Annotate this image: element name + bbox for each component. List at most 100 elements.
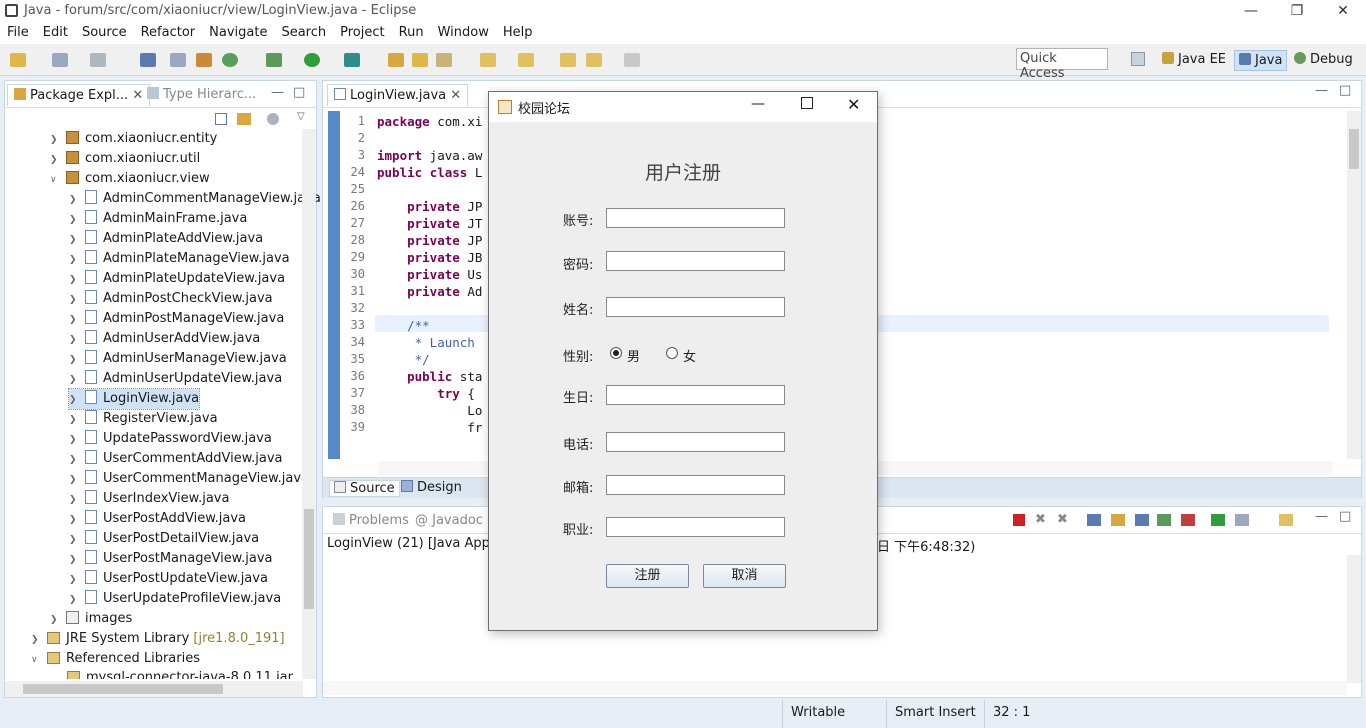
name-input[interactable] bbox=[606, 297, 785, 317]
email-input[interactable] bbox=[606, 475, 785, 495]
tree-file[interactable]: ❯ AdminUserManageView.java bbox=[69, 349, 287, 369]
code-line[interactable]: try { bbox=[377, 385, 475, 402]
tree-package[interactable]: ❯ com.xiaoniucr.util bbox=[50, 149, 200, 169]
pin-console-icon[interactable] bbox=[1211, 514, 1225, 526]
remove-launch-icon[interactable]: ✖ bbox=[1035, 512, 1046, 527]
tree-file[interactable]: ❯ AdminPostCheckView.java bbox=[69, 289, 273, 309]
show-console-icon[interactable] bbox=[1157, 514, 1171, 526]
open-type-icon[interactable] bbox=[196, 53, 212, 67]
register-button[interactable]: 注册 bbox=[606, 564, 689, 588]
code-line[interactable]: package com.xi bbox=[377, 113, 482, 130]
gender-male-label[interactable]: 男 bbox=[627, 346, 640, 365]
maximize-editor-icon[interactable]: □ bbox=[1339, 83, 1351, 98]
tree-file[interactable]: ❯ UserUpdateProfileView.java bbox=[69, 589, 281, 609]
tree-file[interactable]: ❯ UserIndexView.java bbox=[69, 489, 229, 509]
perspective-java-ee[interactable]: Java EE bbox=[1158, 50, 1230, 69]
phone-input[interactable] bbox=[606, 432, 785, 452]
save-icon[interactable] bbox=[52, 53, 68, 67]
tree-file[interactable]: ❯ AdminUserUpdateView.java bbox=[69, 369, 282, 389]
menu-window[interactable]: Window bbox=[431, 22, 496, 44]
run-icon[interactable] bbox=[304, 53, 320, 67]
minimize-editor-icon[interactable]: — bbox=[1315, 83, 1328, 98]
console-hscroll[interactable] bbox=[323, 681, 1347, 695]
gender-male-radio[interactable] bbox=[610, 347, 622, 359]
last-edit-icon[interactable] bbox=[560, 53, 576, 67]
dialog-maximize-button[interactable] bbox=[801, 97, 813, 109]
tree-library[interactable]: ∨ Referenced Libraries bbox=[31, 649, 200, 669]
scroll-thumb[interactable] bbox=[1349, 129, 1359, 169]
code-line[interactable]: public sta bbox=[377, 368, 482, 385]
gender-female-label[interactable]: 女 bbox=[683, 346, 696, 365]
perspective-debug[interactable]: Debug bbox=[1290, 50, 1357, 69]
tab-source[interactable]: Source bbox=[329, 480, 400, 497]
tree-file[interactable]: ❯ UpdatePasswordView.java bbox=[69, 429, 272, 449]
view-menu-icon[interactable]: ▽ bbox=[297, 111, 305, 122]
console-icon[interactable] bbox=[140, 53, 156, 67]
tree-package[interactable]: ❯ com.xiaoniucr.entity bbox=[50, 129, 217, 149]
tree-file[interactable]: ❯ UserPostAddView.java bbox=[69, 509, 246, 529]
word-wrap-icon[interactable] bbox=[1135, 514, 1149, 526]
tree-file[interactable]: ❯ UserCommentManageView.java bbox=[69, 469, 309, 489]
dialog-minimize-button[interactable]: — bbox=[751, 96, 765, 112]
account-input[interactable] bbox=[606, 208, 785, 228]
coverage-icon[interactable] bbox=[344, 53, 360, 67]
link-editor-icon[interactable] bbox=[237, 113, 251, 125]
code-line[interactable]: public class L bbox=[377, 164, 482, 181]
menu-help[interactable]: Help bbox=[496, 22, 540, 44]
hscroll-thumb[interactable] bbox=[23, 684, 223, 694]
tree-file[interactable]: ❯ AdminPostManageView.java bbox=[69, 309, 284, 329]
debug-icon[interactable] bbox=[266, 53, 282, 67]
forward-icon[interactable] bbox=[624, 53, 640, 67]
menu-source[interactable]: Source bbox=[75, 22, 134, 44]
code-line[interactable]: private Ad bbox=[377, 283, 482, 300]
maximize-button[interactable]: ❐ bbox=[1274, 0, 1320, 22]
password-input[interactable] bbox=[606, 251, 785, 271]
birthday-input[interactable] bbox=[606, 385, 785, 405]
code-line[interactable]: Lo bbox=[377, 402, 482, 419]
tree-file[interactable]: ❯ AdminUserAddView.java bbox=[69, 329, 260, 349]
gender-female-radio[interactable] bbox=[666, 347, 678, 359]
menu-edit[interactable]: Edit bbox=[36, 22, 75, 44]
code-line[interactable]: private JB bbox=[377, 249, 482, 266]
tab-javadoc[interactable]: @ Javadoc bbox=[409, 510, 489, 532]
tree-file[interactable]: ❯ LoginView.java bbox=[67, 388, 201, 410]
tree-file[interactable]: ❯ UserPostManageView.java bbox=[69, 549, 273, 569]
next-annotation-icon[interactable] bbox=[480, 53, 496, 67]
scroll-lock-icon[interactable] bbox=[1111, 514, 1125, 526]
prev-annotation-icon[interactable] bbox=[518, 53, 534, 67]
new-package-icon[interactable] bbox=[388, 53, 404, 67]
code-line[interactable]: private Us bbox=[377, 266, 482, 283]
tree-file[interactable]: ❯ AdminPlateManageView.java bbox=[69, 249, 290, 269]
cancel-button[interactable]: 取消 bbox=[703, 564, 786, 588]
edit-icon[interactable] bbox=[436, 53, 452, 67]
menu-run[interactable]: Run bbox=[392, 22, 431, 44]
close-button[interactable]: ✕ bbox=[1320, 0, 1366, 22]
maximize-console-icon[interactable]: □ bbox=[1339, 509, 1351, 524]
dialog-close-button[interactable]: ✕ bbox=[847, 95, 860, 114]
menu-refactor[interactable]: Refactor bbox=[134, 22, 203, 44]
open-console-icon[interactable] bbox=[1279, 514, 1293, 526]
tree-folder[interactable]: ❯ images bbox=[50, 609, 132, 629]
scroll-thumb[interactable] bbox=[304, 509, 314, 609]
tree-package[interactable]: ∨ com.xiaoniucr.view bbox=[50, 169, 210, 189]
minimize-button[interactable]: — bbox=[1228, 0, 1274, 22]
code-line[interactable]: private JP bbox=[377, 198, 482, 215]
skip-breakpoints-icon[interactable] bbox=[170, 53, 186, 67]
code-line[interactable]: /** bbox=[377, 317, 430, 334]
minimize-view-icon[interactable]: — bbox=[271, 85, 284, 100]
menu-navigate[interactable]: Navigate bbox=[202, 22, 274, 44]
display-console-icon[interactable] bbox=[1235, 514, 1249, 526]
close-tab-icon[interactable]: ✕ bbox=[450, 88, 461, 103]
tree-file[interactable]: ❯ UserCommentAddView.java bbox=[69, 449, 283, 469]
job-input[interactable] bbox=[606, 517, 785, 537]
code-line[interactable]: private JT bbox=[377, 215, 482, 232]
tab-type-hierarchy[interactable]: Type Hierarc... bbox=[141, 84, 262, 106]
show-error-icon[interactable] bbox=[1181, 514, 1195, 526]
package-explorer-hscroll[interactable] bbox=[5, 681, 303, 697]
quick-access-input[interactable]: Quick Access bbox=[1016, 48, 1108, 81]
editor-scrollbar[interactable] bbox=[1347, 111, 1361, 459]
back-icon[interactable] bbox=[586, 53, 602, 67]
code-line[interactable]: fr bbox=[377, 419, 482, 436]
tree-jar-partial[interactable]: mysql-connector-java-8.0.11.jar bbox=[67, 669, 293, 679]
minimize-console-icon[interactable]: — bbox=[1315, 509, 1328, 524]
